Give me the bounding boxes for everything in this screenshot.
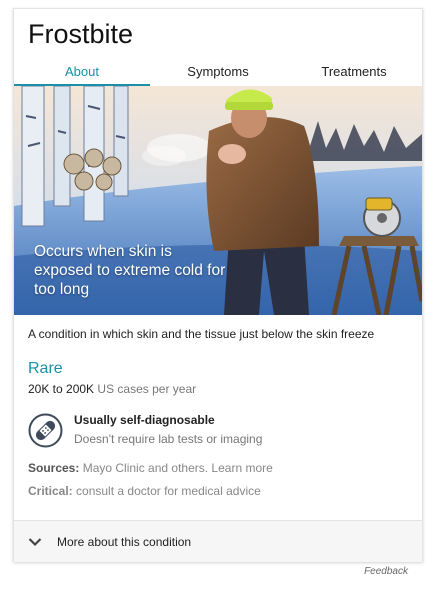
chevron-down-icon	[28, 538, 42, 547]
case-suffix: US cases per year	[97, 382, 197, 396]
feedback-link[interactable]: Feedback	[364, 566, 408, 577]
sources-link[interactable]: Mayo Clinic and others. Learn more	[83, 461, 273, 475]
hero-caption: Occurs when skin is exposed to extreme c…	[34, 243, 226, 298]
diagnosis-title: Usually self-diagnosable	[74, 413, 215, 427]
page-title: Frostbite	[28, 19, 134, 49]
critical-text: consult a doctor for medical advice	[76, 484, 261, 498]
hero-illustration: Occurs when skin is exposed to extreme c…	[14, 86, 422, 315]
sources-label: Sources:	[28, 461, 80, 475]
case-range: 20K to 200K	[28, 382, 95, 396]
case-count: 20K to 200K US cases per year	[28, 382, 196, 396]
sources-line: Sources: Mayo Clinic and others. Learn m…	[28, 461, 273, 475]
knowledge-card: Frostbite About Symptoms Treatments Occu…	[13, 8, 423, 562]
critical-label: Critical:	[28, 484, 73, 498]
diagnosis-subtitle: Doesn't require lab tests or imaging	[74, 432, 263, 446]
more-about-condition-button[interactable]: More about this condition	[14, 520, 422, 562]
bandage-icon	[28, 413, 63, 448]
more-about-condition-label: More about this condition	[57, 535, 192, 549]
critical-line: Critical: consult a doctor for medical a…	[28, 484, 261, 498]
rarity-label: Rare	[28, 360, 63, 377]
condition-description: A condition in which skin and the tissue…	[28, 327, 375, 341]
